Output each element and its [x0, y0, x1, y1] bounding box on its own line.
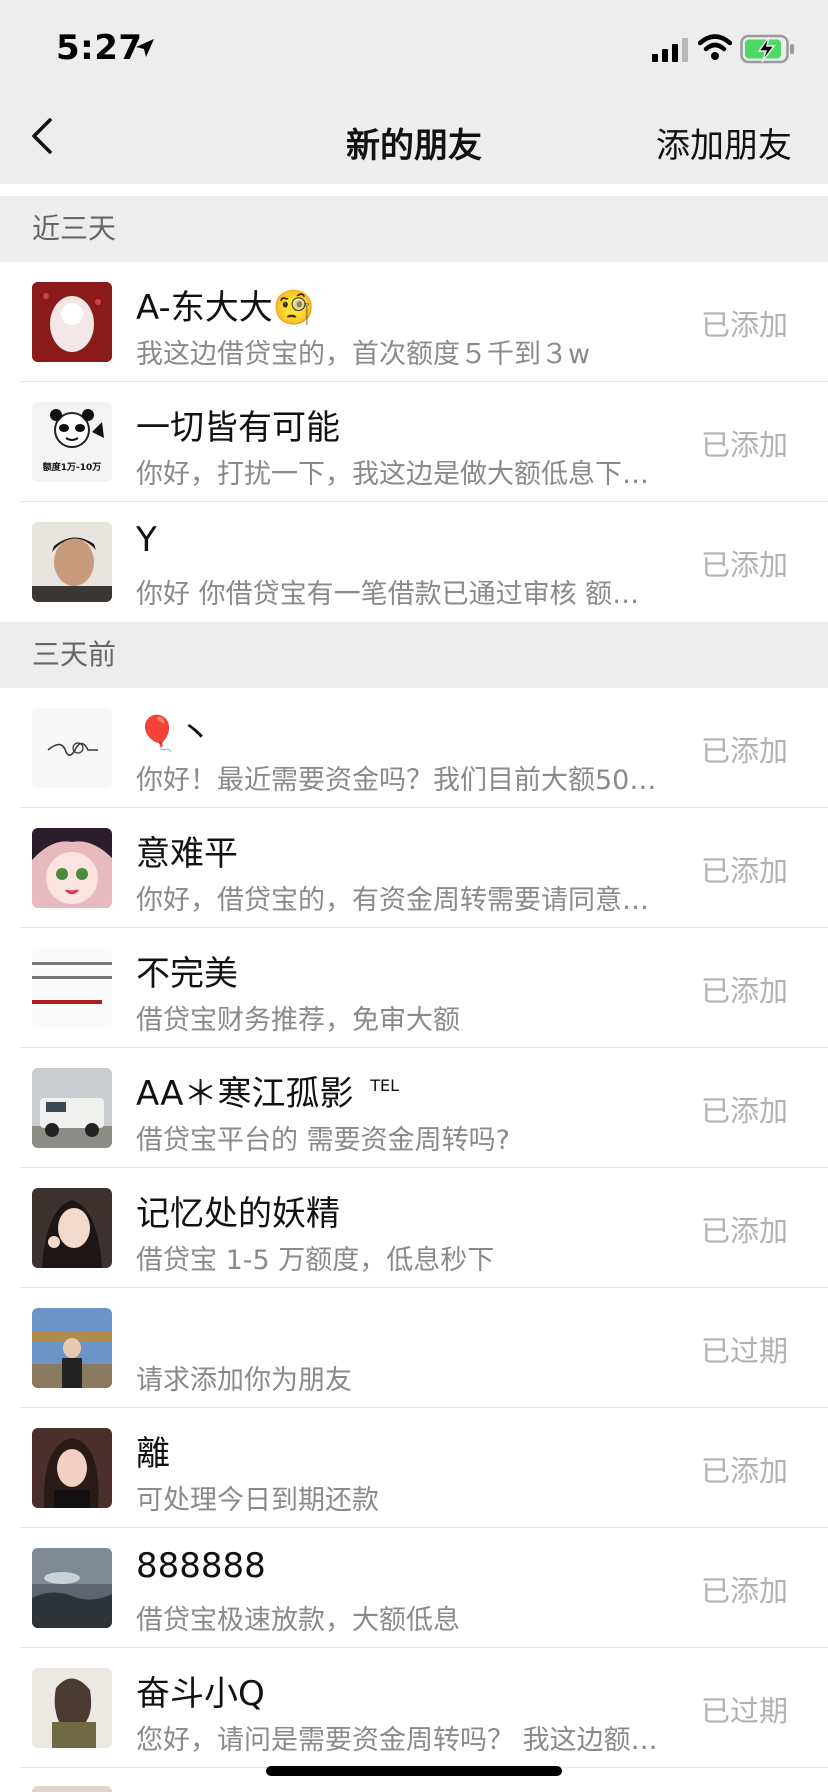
- friend-request-row[interactable]: 意难平 你好，借贷宝的，有资金周转需要请同意… 已添加: [0, 808, 828, 928]
- friend-message: 你好，借贷宝的，有资金周转需要请同意…: [136, 885, 649, 916]
- cellular-signal-icon: [652, 38, 688, 62]
- friend-message: 你好！最近需要资金吗？我们目前大额50…: [136, 765, 657, 796]
- avatar: [32, 522, 112, 602]
- add-friend-button[interactable]: 添加朋友: [656, 118, 792, 167]
- avatar: [32, 1428, 112, 1508]
- avatar: [32, 708, 112, 788]
- avatar: [32, 1308, 112, 1388]
- friend-request-row[interactable]: Y 你好 你借贷宝有一笔借款已通过审核 额… 已添加: [0, 502, 828, 622]
- location-arrow-icon: [136, 39, 154, 57]
- section-header-recent: 近三天: [0, 196, 828, 262]
- friend-name-text: AA＊寒江孤影: [136, 1074, 354, 1114]
- friend-request-row[interactable]: 请求添加你为朋友 已过期: [0, 1288, 828, 1408]
- added-status: 已添加: [700, 1454, 788, 1488]
- friend-message: 你好 你借贷宝有一笔借款已通过审核 额…: [136, 579, 640, 610]
- friend-name-superscript: TEL: [370, 1076, 400, 1095]
- friend-request-row[interactable]: 離 可处理今日到期还款 已添加: [0, 1408, 828, 1528]
- friend-name: 不完美: [136, 954, 238, 994]
- friend-message: 你好，打扰一下，我这边是做大额低息下…: [136, 459, 649, 490]
- avatar: [32, 1548, 112, 1628]
- battery-charging-icon: [740, 34, 794, 64]
- expired-status: 已过期: [700, 1694, 788, 1728]
- avatar-caption: 额度1万-10万: [42, 463, 102, 473]
- added-status: 已添加: [700, 428, 788, 462]
- avatar: [32, 282, 112, 362]
- home-indicator[interactable]: [266, 1766, 562, 1776]
- avatar: [32, 1668, 112, 1748]
- friend-message: 可处理今日到期还款: [136, 1485, 379, 1516]
- added-status: 已添加: [700, 1574, 788, 1608]
- friend-message: 借贷宝平台的 需要资金周转吗?: [136, 1125, 510, 1156]
- friend-name: 意难平: [136, 834, 238, 874]
- avatar-partial: [32, 1786, 112, 1792]
- friend-message: 借贷宝极速放款，大额低息: [136, 1605, 460, 1636]
- added-status: 已添加: [700, 974, 788, 1008]
- added-status: 已添加: [700, 854, 788, 888]
- expired-status: 已过期: [700, 1334, 788, 1368]
- friend-request-row[interactable]: A-东大大🧐 我这边借贷宝的，首次额度５千到３w 已添加: [0, 262, 828, 382]
- friend-name: Y: [136, 520, 157, 560]
- friend-request-row[interactable]: 🎈丶 你好！最近需要资金吗？我们目前大额50… 已添加: [0, 688, 828, 808]
- avatar: 额度1万-10万: [32, 402, 112, 482]
- friend-name: 奋斗小Q: [136, 1674, 265, 1714]
- top-bar: 5:27 新的朋友 添加朋友: [0, 0, 828, 184]
- friend-message: 借贷宝 1-5 万额度，低息秒下: [136, 1245, 495, 1276]
- friend-request-row[interactable]: 奋斗小Q 您好，请问是需要资金周转吗？ 我这边额… 已过期: [0, 1648, 828, 1768]
- added-status: 已添加: [700, 1214, 788, 1248]
- avatar: [32, 828, 112, 908]
- added-status: 已添加: [700, 308, 788, 342]
- friend-message: 您好，请问是需要资金周转吗？ 我这边额…: [136, 1725, 658, 1756]
- section-header-earlier: 三天前: [0, 622, 828, 688]
- friend-message: 请求添加你为朋友: [136, 1365, 352, 1396]
- friend-request-row[interactable]: 不完美 借贷宝财务推荐，免审大额 已添加: [0, 928, 828, 1048]
- friend-request-row[interactable]: 888888 借贷宝极速放款，大额低息 已添加: [0, 1528, 828, 1648]
- added-status: 已添加: [700, 1094, 788, 1128]
- friend-request-row[interactable]: AA＊寒江孤影 TEL 借贷宝平台的 需要资金周转吗? 已添加: [0, 1048, 828, 1168]
- status-time: 5:27: [56, 28, 143, 68]
- friend-name: 一切皆有可能: [136, 408, 340, 448]
- added-status: 已添加: [700, 548, 788, 582]
- friend-request-row[interactable]: 记忆处的妖精 借贷宝 1-5 万额度，低息秒下 已添加: [0, 1168, 828, 1288]
- status-bar: 5:27: [0, 0, 828, 96]
- added-status: 已添加: [700, 734, 788, 768]
- friend-name: 记忆处的妖精: [136, 1194, 340, 1234]
- friend-request-row[interactable]: 额度1万-10万 一切皆有可能 你好，打扰一下，我这边是做大额低息下… 已添加: [0, 382, 828, 502]
- friend-name: 離: [136, 1434, 170, 1474]
- nav-bar: 新的朋友 添加朋友: [0, 96, 828, 184]
- friend-name: A-东大大🧐: [136, 288, 316, 328]
- avatar: [32, 1188, 112, 1268]
- wifi-icon: [698, 34, 732, 60]
- friend-name: 🎈丶: [136, 714, 213, 754]
- avatar: [32, 948, 112, 1028]
- friend-name: 888888: [136, 1546, 266, 1586]
- friend-message: 借贷宝财务推荐，免审大额: [136, 1005, 460, 1036]
- friend-message: 我这边借贷宝的，首次额度５千到３w: [136, 339, 591, 370]
- avatar: [32, 1068, 112, 1148]
- friend-name: AA＊寒江孤影 TEL: [136, 1066, 399, 1115]
